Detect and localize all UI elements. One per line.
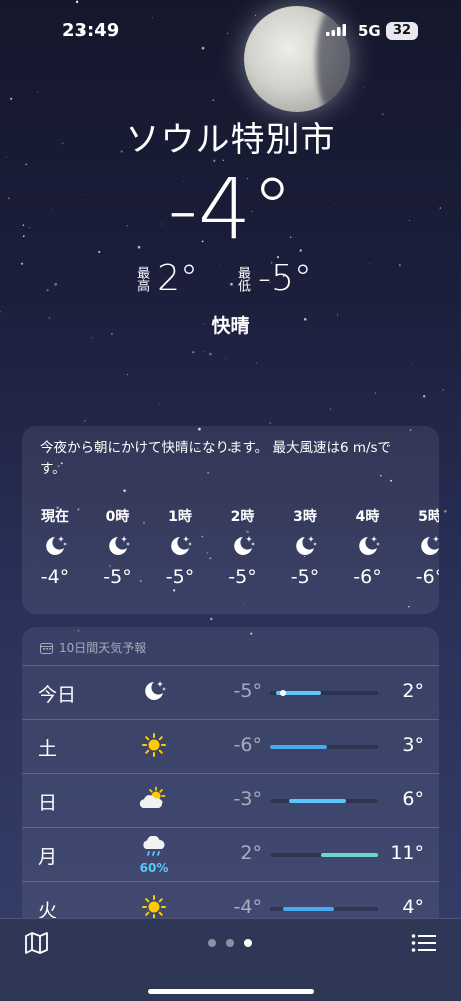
hour-time: 2時: [230, 509, 255, 525]
hourly-list[interactable]: 現在 -4° 0時 -5° 1時 -5° 2時 -5° 3時 -5° 4時 -6…: [22, 506, 439, 606]
page-dot[interactable]: [208, 939, 216, 947]
bottom-toolbar: [0, 918, 461, 1001]
page-dot[interactable]: [226, 939, 234, 947]
day-icon-wrap: [134, 670, 174, 716]
home-indicator[interactable]: [148, 989, 314, 994]
status-bar: 23:49 5G 32: [0, 0, 461, 60]
precipitation-chance: 60%: [139, 861, 169, 875]
hour-temperature: -5°: [103, 566, 132, 588]
daily-row[interactable]: 土 -6° 3°: [22, 719, 439, 774]
temperature-range-fill: [270, 745, 328, 749]
moon-stars-icon: [399, 526, 439, 566]
daily-forecast-card[interactable]: 10日間天気予報 今日 -5° 2° 土 -6° 3° 日 -3° 6° 月 6…: [22, 627, 439, 947]
daily-row[interactable]: 今日 -5° 2°: [22, 665, 439, 720]
daily-row[interactable]: 月 60% 2° 11°: [22, 827, 439, 882]
hourly-item: 1時 -5°: [149, 506, 211, 588]
hourly-item: 0時 -5°: [87, 506, 149, 588]
page-indicator[interactable]: [208, 939, 252, 947]
moon-stars-icon: [149, 526, 211, 566]
condition-text: 快晴: [211, 315, 250, 337]
temperature-range-fill: [289, 799, 347, 803]
day-low-temperature: -6°: [233, 734, 262, 756]
temperature-range-fill: [282, 907, 334, 911]
moon-stars-icon: [87, 526, 149, 566]
high-temperature: 2°: [157, 258, 198, 299]
high-label: 最高: [134, 265, 150, 292]
day-high-temperature: 3°: [402, 734, 424, 756]
hourly-forecast-card[interactable]: 今夜から朝にかけて快晴になります。 最大風速は6 m/sです。 現在 -4° 0時…: [22, 426, 439, 614]
sun-icon: [141, 732, 167, 762]
hour-time: 1時: [168, 509, 192, 525]
day-high-temperature: 2°: [402, 680, 424, 702]
network-type: 5G: [358, 22, 381, 40]
hourly-item: 4時 -6°: [337, 506, 399, 588]
day-high-temperature: 6°: [402, 788, 424, 810]
hourly-item: 2時 -5°: [212, 506, 274, 588]
hour-temperature: -6°: [415, 566, 439, 588]
hour-time: 現在: [41, 509, 69, 525]
high-group: 最高 2°: [133, 258, 214, 299]
calendar-icon: [40, 642, 53, 654]
moon-stars-icon: [274, 526, 336, 566]
temperature-range-bar: [270, 799, 378, 803]
moon-stars-icon: [141, 678, 167, 708]
day-label: 土: [38, 738, 58, 760]
signal-icon: [326, 24, 346, 36]
day-icon-wrap: 60%: [134, 832, 174, 878]
day-icon-wrap: [134, 778, 174, 824]
partly-sunny-icon: [138, 786, 170, 816]
page-dot-active[interactable]: [244, 939, 252, 947]
hourly-item: 3時 -5°: [274, 506, 336, 588]
low-temperature: -5°: [258, 258, 312, 299]
list-icon[interactable]: [411, 933, 437, 953]
day-low-temperature: 2°: [240, 842, 262, 864]
daily-forecast-title: 10日間天気予報: [59, 641, 147, 655]
day-low-temperature: -3°: [233, 788, 262, 810]
moon-stars-icon: [24, 526, 86, 566]
day-low-temperature: -5°: [233, 680, 262, 702]
day-label: 月: [38, 846, 58, 868]
day-icon-wrap: [134, 724, 174, 770]
hourly-item: 5時 -6°: [399, 506, 439, 588]
status-time: 23:49: [62, 20, 120, 41]
moon-stars-icon: [337, 526, 399, 566]
daily-row[interactable]: 日 -3° 6°: [22, 773, 439, 828]
daily-forecast-header: 10日間天気予報: [40, 639, 146, 656]
forecast-summary: 今夜から朝にかけて快晴になります。 最大風速は6 m/sです。: [40, 440, 392, 477]
city-name: ソウル特別市: [125, 120, 336, 160]
temperature-range-fill: [320, 853, 378, 857]
temperature-range-bar: [270, 853, 378, 857]
hour-temperature: -5°: [165, 566, 195, 588]
hour-time: 5時: [418, 509, 439, 525]
low-group: 最低 -5°: [234, 258, 328, 299]
temperature-range-bar: [270, 907, 378, 911]
battery-icon: 32: [386, 22, 418, 40]
hour-temperature: -6°: [353, 566, 382, 588]
current-temperature: -4°: [167, 160, 294, 258]
hour-time: 0時: [105, 509, 130, 525]
hourly-item: 現在 -4°: [24, 506, 86, 588]
current-temperature-dot: [279, 690, 286, 696]
day-high-temperature: 11°: [390, 842, 424, 864]
low-label: 最低: [235, 265, 250, 292]
day-low-temperature: -4°: [233, 896, 262, 918]
hour-time: 3時: [293, 509, 317, 525]
temperature-range-bar: [270, 745, 378, 749]
day-label: 日: [38, 792, 58, 814]
hour-time: 4時: [355, 509, 380, 525]
map-icon[interactable]: [24, 931, 50, 955]
hour-temperature: -5°: [228, 566, 257, 588]
hour-temperature: -5°: [290, 566, 320, 588]
moon-stars-icon: [212, 526, 274, 566]
high-low: 最高 2° 最低 -5°: [0, 258, 461, 299]
temperature-range-bar: [270, 690, 378, 696]
hour-temperature: -4°: [40, 566, 70, 588]
day-high-temperature: 4°: [402, 896, 424, 918]
day-label: 今日: [38, 684, 77, 706]
rain-cloud-icon: [141, 835, 167, 862]
